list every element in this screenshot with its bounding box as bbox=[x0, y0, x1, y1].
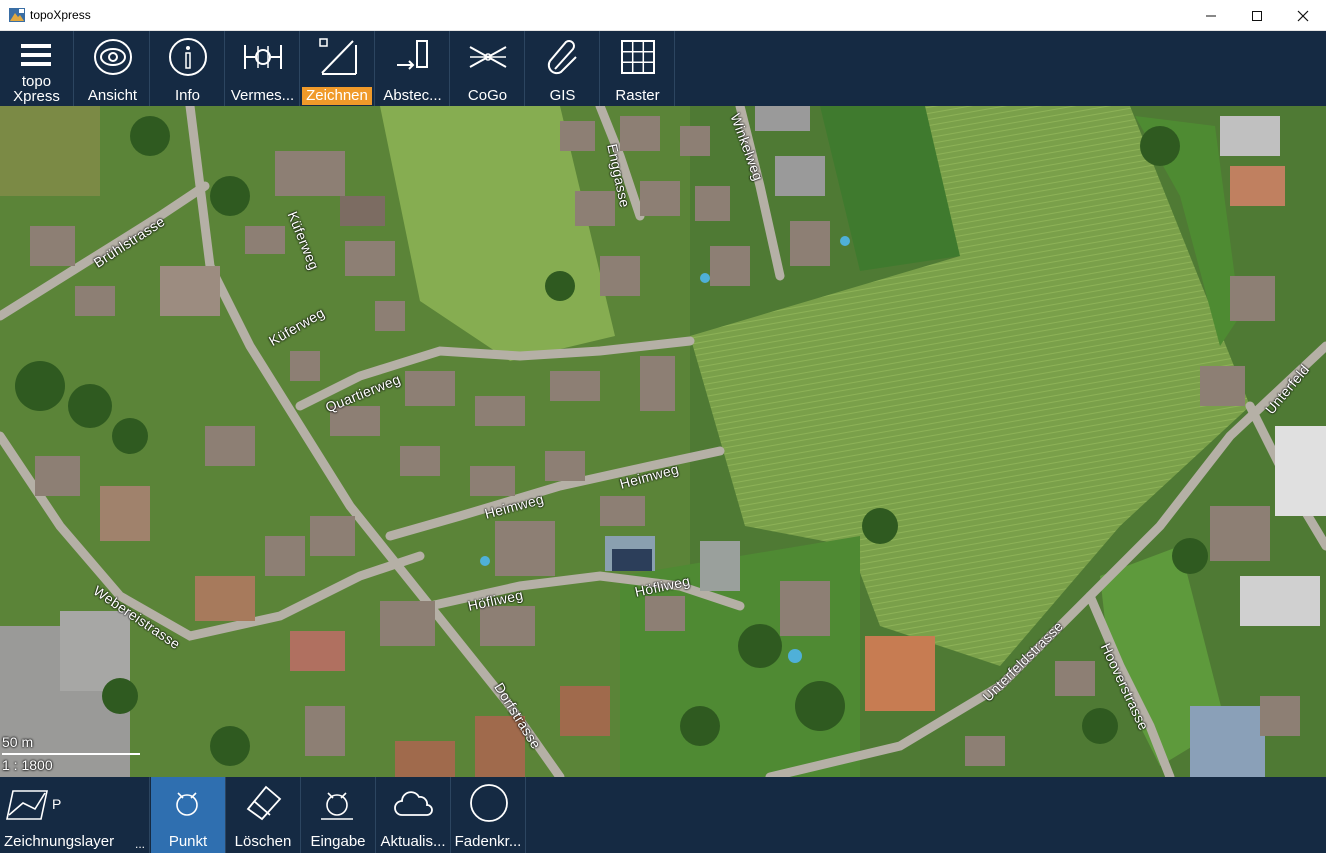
toolbar-cogo[interactable]: CoGo bbox=[451, 31, 525, 106]
toolbar-label: Ansicht bbox=[87, 87, 138, 104]
window-title: topoXpress bbox=[30, 8, 91, 22]
paperclip-icon bbox=[547, 40, 577, 75]
toolbar-vermessung[interactable]: Vermes... bbox=[226, 31, 300, 106]
toolbar-raster[interactable]: Raster bbox=[601, 31, 675, 106]
maximize-button[interactable] bbox=[1234, 0, 1280, 31]
cogo-icon bbox=[469, 46, 507, 68]
grid-icon bbox=[621, 40, 655, 74]
main-menu-button[interactable]: topo Xpress bbox=[0, 31, 74, 106]
toolbar-label: Vermes... bbox=[230, 87, 295, 104]
layer-label: Zeichnungslayer bbox=[4, 833, 115, 850]
layer-icon bbox=[6, 790, 48, 820]
tool-label: Punkt bbox=[168, 833, 208, 850]
tool-label: Eingabe bbox=[310, 833, 366, 850]
toolbar-absteckung[interactable]: Abstec... bbox=[376, 31, 450, 106]
drawing-layer-selector[interactable]: P Zeichnungslayer ... bbox=[0, 777, 150, 853]
maximize-icon bbox=[1252, 10, 1262, 21]
app-icon bbox=[9, 8, 25, 22]
stakeout-icon bbox=[397, 40, 428, 70]
minimize-button[interactable] bbox=[1188, 0, 1234, 31]
toolbar-label: Zeichnen bbox=[302, 87, 372, 105]
window-titlebar: topoXpress bbox=[0, 0, 1326, 31]
draw-icon bbox=[319, 38, 357, 75]
layer-type-tag: P bbox=[52, 796, 62, 812]
info-icon bbox=[169, 38, 207, 76]
map-view[interactable]: Brühlstrasse Küferweg Küferweg Quartierw… bbox=[0, 106, 1326, 777]
toolbar-gis[interactable]: GIS bbox=[526, 31, 600, 106]
scale-distance: 50 m bbox=[2, 734, 34, 750]
close-button[interactable] bbox=[1280, 0, 1326, 31]
tool-loeschen[interactable]: Löschen bbox=[226, 777, 301, 853]
eye-icon bbox=[94, 39, 132, 75]
tool-label: Löschen bbox=[234, 833, 292, 850]
point-input-icon bbox=[321, 792, 353, 820]
tool-label: Aktualis... bbox=[380, 833, 446, 850]
tool-punkt[interactable]: Punkt bbox=[151, 777, 226, 853]
survey-icon bbox=[244, 45, 282, 69]
cloud-icon bbox=[394, 791, 433, 816]
toolbar-info[interactable]: Info bbox=[151, 31, 225, 106]
eraser-icon bbox=[246, 785, 282, 821]
menu-label-line2: Xpress bbox=[13, 88, 60, 105]
tool-aktualisieren[interactable]: Aktualis... bbox=[376, 777, 451, 853]
toolbar-ansicht[interactable]: Ansicht bbox=[76, 31, 150, 106]
layer-more: ... bbox=[134, 837, 145, 851]
tool-label: Fadenkr... bbox=[454, 833, 522, 850]
tool-eingabe[interactable]: Eingabe bbox=[301, 777, 376, 853]
toolbar-zeichnen[interactable]: Zeichnen bbox=[301, 31, 375, 106]
hamburger-menu-icon bbox=[21, 44, 51, 66]
toolbar-label: Info bbox=[174, 87, 201, 104]
toolbar-label: Raster bbox=[615, 87, 660, 104]
minimize-icon bbox=[1206, 15, 1216, 16]
menu-label-line1: topo bbox=[21, 73, 52, 90]
point-icon bbox=[176, 792, 198, 816]
menu-label: topo Xpress bbox=[0, 74, 73, 104]
close-icon bbox=[1297, 10, 1309, 21]
tool-fadenkreuz[interactable]: Fadenkr... bbox=[451, 777, 526, 853]
toolbar-label: GIS bbox=[549, 87, 576, 104]
toolbar-label: CoGo bbox=[467, 87, 508, 104]
bottom-toolbar: P Zeichnungslayer ... Punkt Löschen Eing… bbox=[0, 777, 1326, 853]
main-toolbar: topo Xpress Ansicht Info Vermes... Zeich… bbox=[0, 31, 1326, 106]
toolbar-label: Abstec... bbox=[383, 87, 442, 104]
circle-icon bbox=[470, 784, 508, 822]
scale-ratio: 1 : 1800 bbox=[2, 757, 53, 773]
